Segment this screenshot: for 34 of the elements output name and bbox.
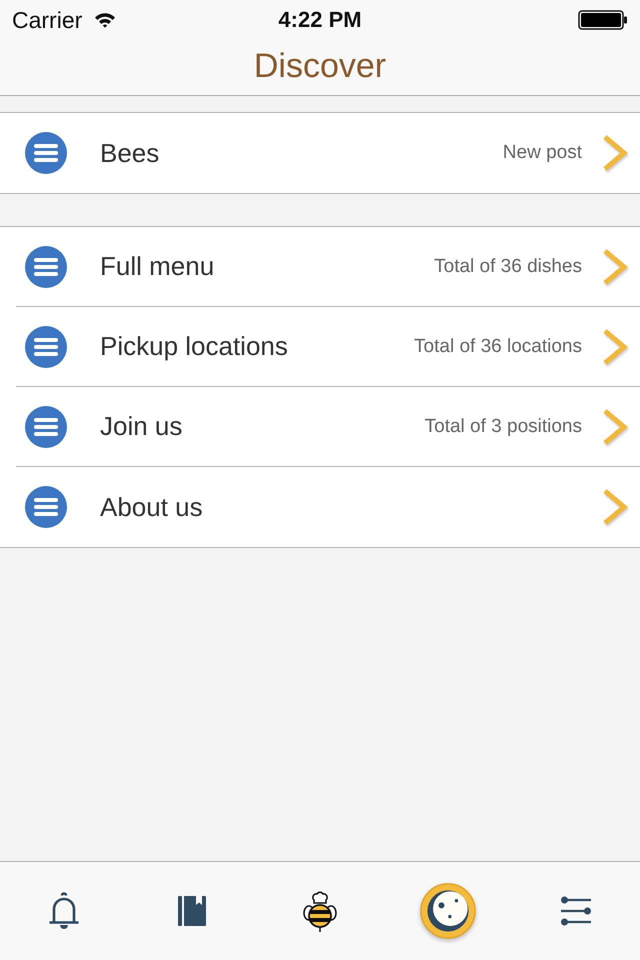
menu-row[interactable]: About us <box>0 467 640 547</box>
row-detail: New post <box>502 142 582 164</box>
chevron-icon <box>602 488 628 526</box>
bee-icon[interactable] <box>303 889 337 933</box>
menu-row[interactable]: Join us Total of 3 positions <box>0 387 640 467</box>
list-icon <box>25 486 67 528</box>
list-icon <box>25 246 67 288</box>
carrier-name: Carrier <box>12 6 82 34</box>
row-label: Full menu <box>100 251 214 282</box>
book-icon[interactable] <box>178 896 206 926</box>
row-label: Bees <box>100 138 160 168</box>
moon-icon[interactable] <box>419 882 477 940</box>
chevron-icon <box>602 408 628 446</box>
chevron-icon <box>602 134 628 172</box>
row-detail: Total of 36 locations <box>414 336 582 358</box>
row-detail: Total of 3 positions <box>424 416 582 438</box>
menu-row[interactable]: Pickup locations Total of 36 locations <box>0 307 640 387</box>
menu-row[interactable]: Full menu Total of 36 dishes <box>0 227 640 307</box>
row-label: Join us <box>100 411 182 442</box>
status-time: 4:22 PM <box>278 7 362 33</box>
row-label: About us <box>100 492 203 522</box>
list-icon <box>25 132 67 174</box>
battery-icon <box>578 10 628 30</box>
row-label: Pickup locations <box>100 331 288 362</box>
chevron-icon <box>602 248 628 286</box>
list-icon <box>25 326 67 368</box>
wifi-icon <box>94 12 116 28</box>
nav-title: Discover <box>254 47 386 86</box>
bell-icon[interactable] <box>48 892 80 930</box>
list-icon <box>25 406 67 448</box>
menu-row[interactable]: Bees New post <box>0 113 640 193</box>
row-detail: Total of 36 dishes <box>434 256 582 278</box>
sliders-icon[interactable] <box>560 896 592 926</box>
chevron-icon <box>602 328 628 366</box>
